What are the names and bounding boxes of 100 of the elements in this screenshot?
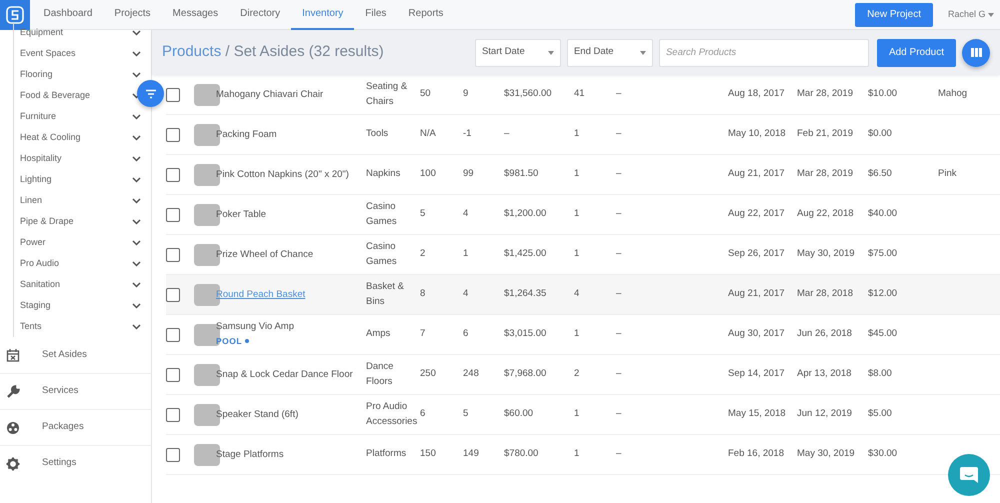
date-dropdown[interactable]: End Date bbox=[566, 38, 653, 66]
category-item[interactable]: Furniture bbox=[20, 110, 56, 124]
table-cell: Sep 26, 2017 bbox=[728, 248, 785, 260]
category-item[interactable]: Food & Beverage bbox=[20, 88, 90, 102]
table-cell: $12.00 bbox=[868, 288, 898, 300]
category-item[interactable]: Power bbox=[20, 236, 46, 250]
category-item[interactable]: Tents bbox=[20, 320, 42, 334]
table-row[interactable]: Pink Cotton Napkins (20" x 20") Napkins 100 99 $981.50 1 – Aug 21, 2017 Mar 28, 2019 $6.50 Pink bbox=[166, 155, 1000, 195]
checkbox[interactable] bbox=[166, 328, 180, 342]
checkbox[interactable] bbox=[166, 368, 180, 382]
table-cell: $75.00 bbox=[868, 248, 898, 260]
checkbox[interactable] bbox=[166, 408, 180, 422]
table-cell: Pink bbox=[938, 168, 956, 180]
new-project-button[interactable]: New Project bbox=[855, 2, 933, 26]
table-cell: Amps bbox=[366, 328, 390, 340]
nav-tab[interactable]: Files bbox=[354, 0, 398, 30]
chevron-down-icon bbox=[132, 72, 141, 78]
checkbox[interactable] bbox=[166, 168, 180, 182]
chevron-down-icon bbox=[132, 302, 141, 308]
table-cell: $31,560.00 bbox=[504, 88, 552, 100]
table-row[interactable]: Snap & Lock Cedar Dance Floor Dance Floors 250 248 $7,968.00 2 – Sep 14, 2017 Apr 13, 2018 $8.00 bbox=[166, 355, 1000, 395]
table-cell: 50 bbox=[420, 88, 431, 100]
table-cell: 150 bbox=[420, 448, 436, 460]
chevron-down-icon bbox=[132, 114, 141, 120]
search-field[interactable]: Search Products bbox=[658, 38, 869, 66]
nav-tab[interactable]: Projects bbox=[103, 0, 162, 30]
chevron-down-icon bbox=[132, 324, 141, 330]
table-cell: -1 bbox=[463, 128, 472, 140]
table-cell: Aug 18, 2017 bbox=[728, 88, 785, 100]
chevron-down-icon bbox=[132, 198, 141, 204]
nav-tab[interactable]: Directory bbox=[229, 0, 292, 30]
caret-icon bbox=[988, 12, 994, 16]
chevron-down-icon bbox=[132, 176, 141, 182]
table-cell: N/A bbox=[420, 128, 436, 140]
nav-tab[interactable]: Reports bbox=[397, 0, 454, 30]
sidebar-item[interactable]: Services bbox=[42, 384, 78, 399]
table-cell: Aug 21, 2017 bbox=[728, 168, 785, 180]
category-item[interactable]: Lighting bbox=[20, 172, 52, 186]
category-item[interactable]: Pipe & Drape bbox=[20, 214, 74, 228]
date-dropdown[interactable]: Start Date bbox=[474, 38, 561, 66]
chevron-down-icon bbox=[132, 260, 141, 266]
category-item[interactable]: Pro Audio bbox=[20, 256, 60, 270]
category-item[interactable]: Hospitality bbox=[20, 152, 62, 166]
table-row[interactable]: Poker Table Casino Games 5 4 $1,200.00 1 – Aug 22, 2017 Aug 22, 2018 $40.00 bbox=[166, 195, 1000, 235]
table-cell: 2 bbox=[420, 248, 426, 260]
table-cell: $45.00 bbox=[868, 328, 898, 340]
table-cell: May 15, 2018 bbox=[728, 408, 786, 420]
table-cell: $1,425.00 bbox=[504, 248, 546, 260]
filter-icon bbox=[144, 88, 156, 98]
category-item[interactable]: Linen bbox=[20, 194, 42, 208]
checkbox[interactable] bbox=[166, 208, 180, 222]
table-cell: 1 bbox=[574, 408, 580, 420]
table-row[interactable]: Packing Foam Tools N/A -1 – 1 – May 10, 2018 Feb 21, 2019 $0.00 bbox=[166, 115, 1000, 155]
sidebar-item[interactable]: Set Asides bbox=[42, 348, 87, 362]
filter-button[interactable] bbox=[137, 80, 164, 107]
calendar-icon bbox=[6, 348, 20, 362]
table-cell: May 30, 2019 bbox=[797, 248, 855, 260]
user-menu[interactable]: Rachel G bbox=[946, 6, 995, 22]
table-row[interactable]: Round Peach Basket Basket & Bins 8 4 $1,264.35 4 – Aug 21, 2017 Mar 28, 2018 $12.00 bbox=[166, 275, 1000, 315]
table-cell: – bbox=[616, 128, 622, 140]
table-cell: $1,264.35 bbox=[504, 288, 546, 300]
checkbox[interactable] bbox=[166, 448, 180, 462]
table-cell: 1 bbox=[574, 328, 580, 340]
table-cell: $5.00 bbox=[868, 408, 892, 420]
chat-icon bbox=[959, 466, 979, 484]
table-cell: $8.00 bbox=[868, 368, 892, 380]
category-item[interactable]: Event Spaces bbox=[20, 46, 76, 60]
table-cell: 1 bbox=[463, 248, 468, 260]
product-name: Speaker Stand (6ft) bbox=[216, 408, 300, 420]
add-product-button[interactable]: Add Product bbox=[876, 38, 956, 66]
nav-tab[interactable]: Messages bbox=[162, 0, 230, 30]
table-cell: $780.00 bbox=[504, 448, 538, 460]
table-cell: 1 bbox=[574, 168, 580, 180]
category-item[interactable]: Heat & Cooling bbox=[20, 130, 81, 144]
table-cell: Feb 16, 2018 bbox=[728, 448, 784, 460]
chevron-down-icon bbox=[132, 30, 141, 36]
table-cell: 7 bbox=[420, 328, 426, 340]
sidebar-item[interactable]: Settings bbox=[42, 456, 76, 471]
category-item[interactable]: Flooring bbox=[20, 68, 53, 82]
product-name: Packing Foam bbox=[216, 128, 278, 140]
category-item[interactable]: Sanitation bbox=[20, 278, 60, 292]
checkbox[interactable] bbox=[166, 88, 180, 102]
settings-icon bbox=[6, 456, 20, 470]
table-cell: – bbox=[616, 208, 622, 220]
table-cell: Seating & Chairs bbox=[366, 81, 408, 106]
checkbox[interactable] bbox=[166, 288, 180, 302]
table-row[interactable]: Samsung Vio Amp POOL Amps 7 6 $3,015.00 1 – Aug 30, 2017 Jun 26, 2018 $45.00 bbox=[166, 315, 1000, 355]
table-cell: Jun 26, 2018 bbox=[797, 328, 852, 340]
checkbox[interactable] bbox=[166, 248, 180, 262]
sidebar-item[interactable]: Packages bbox=[42, 420, 84, 435]
table-cell: – bbox=[616, 88, 622, 100]
category-item[interactable]: Staging bbox=[20, 298, 51, 312]
columns-button[interactable] bbox=[962, 38, 990, 66]
product-link[interactable]: Round Peach Basket bbox=[216, 288, 366, 300]
table-cell: Aug 21, 2017 bbox=[728, 288, 785, 300]
table-cell: May 30, 2019 bbox=[797, 448, 855, 460]
product-name: Pink Cotton Napkins (20" x 20") bbox=[216, 168, 350, 180]
table-row[interactable]: Mahogany Chiavari Chair Seating & Chairs 50 9 $31,560.00 41 – Aug 18, 2017 Mar 28, 2019 $10.00 Mahog bbox=[166, 75, 1000, 115]
checkbox[interactable] bbox=[166, 128, 180, 142]
chat-button[interactable] bbox=[948, 454, 990, 496]
